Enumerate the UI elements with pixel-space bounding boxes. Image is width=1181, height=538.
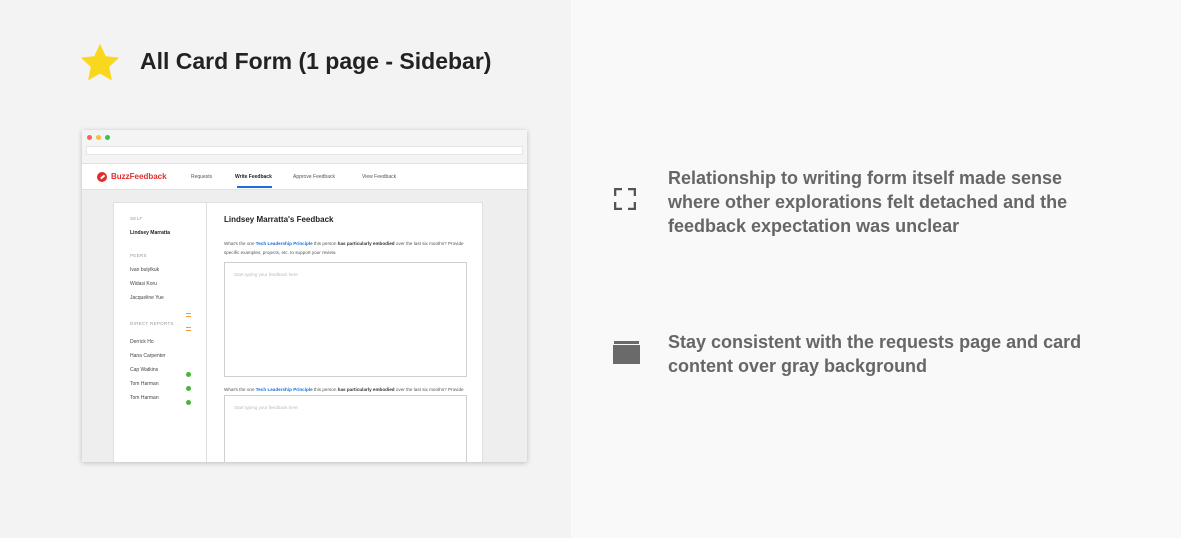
star-icon	[80, 43, 120, 81]
form-title: Lindsey Marratta's Feedback	[224, 215, 334, 224]
check-icon	[186, 386, 191, 391]
feedback-card: SELF Lindsey Marratta PEERS Ivan butylku…	[113, 202, 483, 462]
question-text: What's the one Tech Leadership Principle…	[224, 239, 469, 257]
app-nav: BuzzFeedback Requests Write Feedback App…	[82, 164, 527, 190]
question-prefix: What's the one	[224, 387, 255, 392]
question-emphasis: has particularly embodied	[337, 241, 395, 246]
sidebar-item-report[interactable]: Cap Watkins	[130, 367, 158, 373]
sidebar-item-report[interactable]: Tom Harman	[130, 395, 159, 401]
question-emphasis: has particularly embodied	[337, 387, 395, 392]
logo-icon	[97, 172, 107, 182]
close-dot[interactable]	[87, 135, 92, 140]
feedback-textarea[interactable]: Start typing your feedback here	[224, 262, 467, 377]
sidebar-item-report[interactable]: Derrick Ho	[130, 339, 154, 345]
question-prefix: What's the one	[224, 241, 255, 246]
person-sidebar: SELF Lindsey Marratta PEERS Ivan butylku…	[114, 203, 207, 462]
slide-title: All Card Form (1 page - Sidebar)	[140, 48, 492, 74]
sidebar-item-peer[interactable]: Ivan butylkuk	[130, 267, 159, 273]
focus-frame-icon	[614, 188, 636, 210]
sidebar-item-peer[interactable]: Jacqueline Yue	[130, 295, 164, 301]
sidebar-item-peer[interactable]: Widasi Koru	[130, 281, 157, 287]
sidebar-item-report[interactable]: Tom Harman	[130, 381, 159, 387]
flag-icon	[186, 313, 191, 317]
note-text: Relationship to writing form itself made…	[668, 168, 1068, 236]
address-bar[interactable]	[86, 146, 523, 155]
peers-header: PEERS	[130, 253, 147, 258]
nav-view-feedback[interactable]: View Feedback	[362, 174, 396, 180]
feedback-form: Lindsey Marratta's Feedback What's the o…	[208, 203, 484, 462]
brand-logo[interactable]: BuzzFeedback	[111, 172, 167, 181]
check-icon	[186, 400, 191, 405]
check-icon	[186, 372, 191, 377]
minimize-dot[interactable]	[96, 135, 101, 140]
nav-write-feedback[interactable]: Write Feedback	[235, 174, 272, 180]
maximize-dot[interactable]	[105, 135, 110, 140]
principle-link[interactable]: Tech Leadership Principle	[256, 387, 313, 392]
browser-chrome	[82, 130, 527, 164]
question-mid: this person	[313, 387, 337, 392]
textarea-placeholder: Start typing your feedback here	[234, 405, 298, 410]
question-mid: this person	[313, 241, 337, 246]
right-panel	[571, 0, 1181, 538]
direct-reports-header: DIRECT REPORTS	[130, 321, 174, 326]
card-stack-icon	[613, 341, 640, 364]
flag-icon	[186, 327, 191, 331]
active-tab-indicator	[237, 186, 272, 188]
textarea-placeholder: Start typing your feedback here	[234, 272, 298, 277]
nav-requests[interactable]: Requests	[191, 174, 212, 180]
note-text: Stay consistent with the requests page a…	[668, 332, 1082, 376]
principle-link[interactable]: Tech Leadership Principle	[256, 241, 313, 246]
nav-approve-feedback[interactable]: Approve Feedback	[293, 174, 335, 180]
sidebar-item-report[interactable]: Hana Carpenter	[130, 353, 166, 359]
feedback-textarea[interactable]: Start typing your feedback here	[224, 395, 467, 462]
sidebar-item-self[interactable]: Lindsey Marratta	[130, 230, 170, 236]
browser-window: BuzzFeedback Requests Write Feedback App…	[82, 130, 527, 462]
self-header: SELF	[130, 216, 143, 221]
